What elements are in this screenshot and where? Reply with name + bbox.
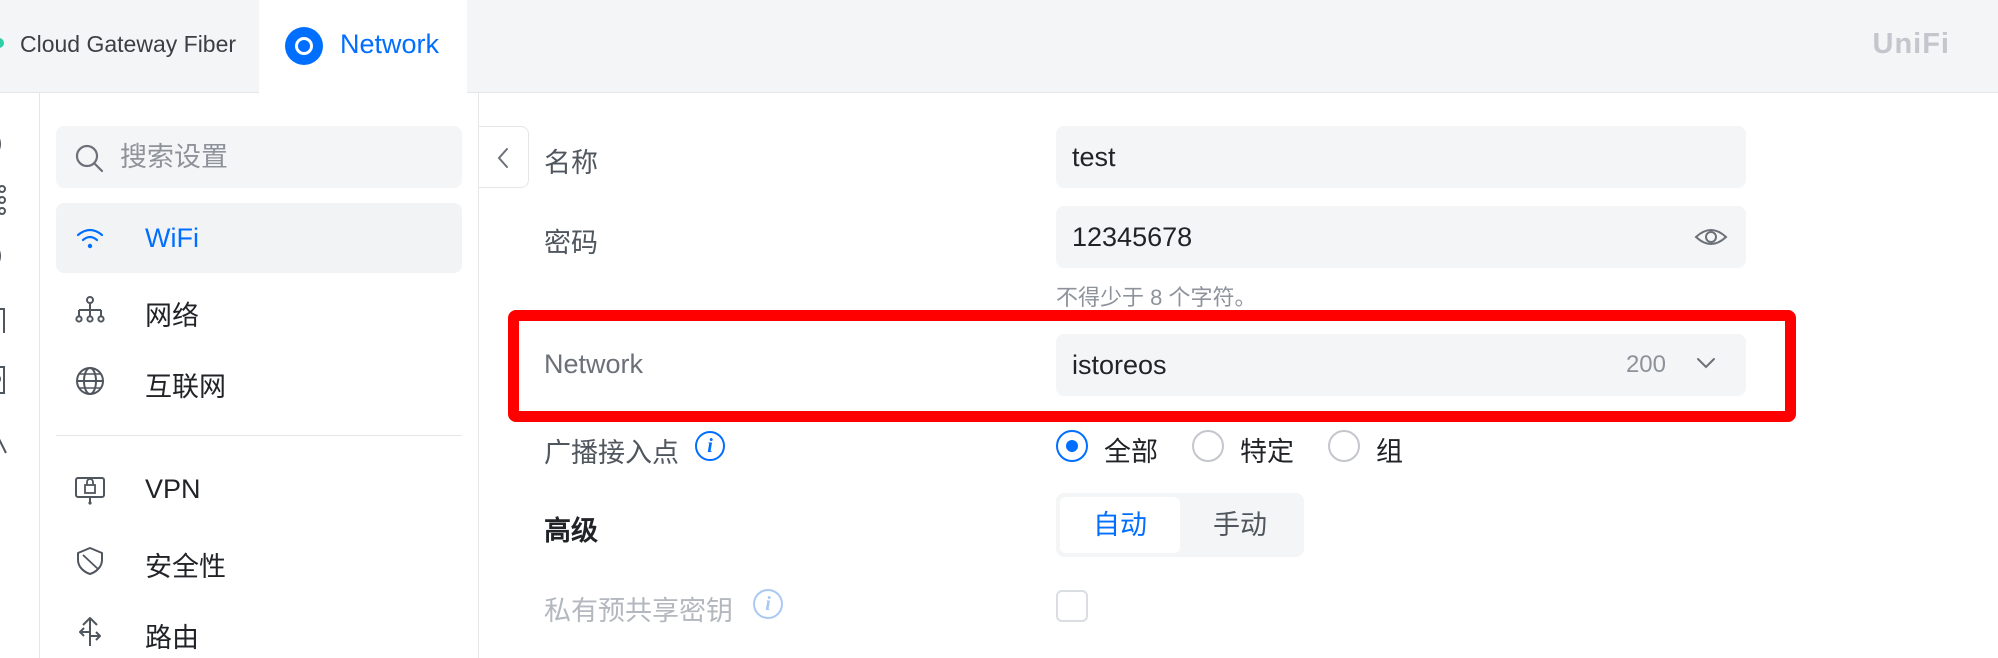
sidebar-item-label: WiFi (145, 223, 199, 253)
radio-all-label: 全部 (1104, 437, 1158, 467)
dashboard-icon[interactable] (0, 129, 10, 159)
ppsk-checkbox[interactable] (1056, 590, 1088, 622)
advanced-auto-button[interactable]: 自动 (1060, 497, 1180, 553)
radio-group-label: 组 (1376, 437, 1403, 467)
network-app-icon (285, 27, 323, 65)
statistics-icon[interactable] (0, 241, 10, 271)
password-input[interactable] (1072, 206, 1672, 268)
sidebar-item-routing[interactable]: 路由 (56, 596, 462, 658)
radio-all[interactable] (1056, 430, 1088, 462)
advanced-mode-toggle: 自动 手动 (1056, 493, 1304, 557)
topology-icon[interactable] (0, 185, 10, 215)
info-icon[interactable]: i (753, 589, 783, 619)
sidebar-item-label: VPN (145, 474, 201, 504)
tab-network-label: Network (340, 29, 440, 59)
broadcast-label: 广播接入点 (544, 438, 679, 468)
highlight-box (508, 310, 1796, 422)
name-label: 名称 (544, 148, 598, 178)
sidebar-item-label: 互联网 (145, 372, 226, 402)
sidebar-item-wifi[interactable]: WiFi (56, 203, 462, 273)
name-input[interactable] (1072, 126, 1672, 188)
password-hint: 不得少于 8 个字符。 (1056, 285, 1257, 310)
sidebar-item-label: 路由 (145, 623, 199, 653)
wifi-icon (76, 228, 104, 249)
eye-icon[interactable] (1694, 225, 1728, 249)
password-field[interactable] (1056, 206, 1746, 268)
sidebar-divider (56, 435, 462, 436)
unifi-logo: UniFi (1872, 28, 1950, 60)
app-icon-rail (0, 93, 40, 658)
radio-group[interactable] (1328, 430, 1360, 462)
search-icon (75, 144, 104, 173)
advanced-label: 高级 (544, 516, 598, 546)
routing-icon (79, 617, 101, 646)
console-status-dot (0, 38, 4, 48)
sidebar-item-label: 安全性 (145, 552, 226, 582)
sidebar-item-vpn[interactable]: VPN (56, 454, 462, 524)
search-input[interactable] (120, 126, 450, 188)
network-topology-icon (75, 296, 105, 323)
insights-icon[interactable] (0, 425, 10, 455)
globe-icon (76, 367, 104, 395)
settings-sidebar: WiFi 网络 互联网 VPN 安全性 路由 (40, 93, 479, 658)
tab-network-app[interactable]: Network (259, 0, 467, 94)
sidebar-item-networks[interactable]: 网络 (56, 274, 462, 344)
sidebar-item-security[interactable]: 安全性 (56, 525, 462, 595)
radio-specific-label: 特定 (1240, 437, 1294, 467)
shield-icon (77, 547, 103, 575)
ppsk-label: 私有预共享密钥 (544, 596, 733, 626)
console-name[interactable]: Cloud Gateway Fiber (20, 31, 236, 58)
collapse-sidebar-button[interactable] (479, 126, 529, 188)
chevron-left-icon (497, 148, 508, 168)
name-field[interactable] (1056, 126, 1746, 188)
info-icon[interactable]: i (695, 431, 725, 461)
settings-search[interactable] (56, 126, 462, 188)
advanced-manual-button[interactable]: 手动 (1180, 497, 1300, 553)
clients-icon[interactable] (0, 365, 10, 395)
password-label: 密码 (544, 228, 598, 258)
radio-specific[interactable] (1192, 430, 1224, 462)
sidebar-item-internet[interactable]: 互联网 (56, 345, 462, 415)
top-bar: Cloud Gateway Fiber Network UniFi (0, 0, 1998, 94)
vpn-icon (75, 477, 105, 505)
devices-icon[interactable] (0, 305, 10, 335)
sidebar-item-label: 网络 (145, 301, 199, 331)
